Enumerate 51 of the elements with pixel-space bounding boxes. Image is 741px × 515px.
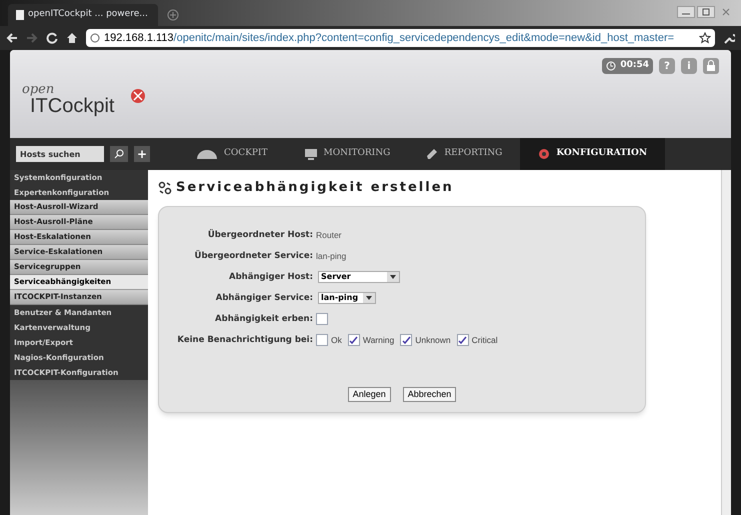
dropdown[interactable]: lan-ping: [318, 292, 376, 304]
field-label: Abhängiger Host:: [228, 270, 314, 284]
checkbox-label: Critical: [472, 334, 498, 346]
checkbox[interactable]: [316, 334, 328, 346]
monitor-icon: [304, 148, 318, 160]
reload-icon[interactable]: [46, 32, 58, 44]
dependency-icon: [158, 180, 172, 195]
search-icon[interactable]: [110, 146, 128, 162]
maximize-icon[interactable]: [697, 6, 715, 18]
checkbox[interactable]: [456, 334, 469, 346]
logo-icon: [130, 88, 146, 104]
header-bar: open ITCockpit 00:54 ? i: [10, 50, 731, 138]
nav-tab[interactable]: COCKPIT: [178, 138, 286, 170]
address-field[interactable]: 192.168.1.113/openitc/main/sites/index.php?content=config_servicedependencys_edit&mode=new&id_host_master=: [86, 29, 715, 47]
back-icon[interactable]: [6, 32, 18, 44]
home-icon[interactable]: [66, 32, 78, 44]
globe-icon: [90, 33, 100, 43]
search-field[interactable]: Hosts suchen: [16, 146, 104, 162]
checkbox-label: Warning: [362, 334, 394, 346]
caret-icon: [387, 272, 399, 282]
field-label: Abhängiger Service:: [214, 292, 314, 304]
checkbox[interactable]: [348, 334, 360, 346]
gauge-icon: [196, 149, 218, 159]
lock-icon[interactable]: [703, 58, 719, 74]
nav-tab[interactable]: REPORTING: [408, 138, 520, 170]
field-value: Router: [316, 228, 342, 242]
page-icon: [16, 10, 24, 20]
form-button[interactable]: Abbrechen: [402, 386, 456, 402]
field-label: Abhängigkeit erben:: [214, 312, 314, 326]
form-button[interactable]: Anlegen: [348, 386, 391, 402]
checkbox-label: Ok: [331, 334, 342, 346]
browser-tab[interactable]: openITCockpit ... powere...: [8, 4, 158, 26]
dropdown[interactable]: Server: [318, 271, 400, 283]
session-timer: 00:54: [602, 58, 653, 74]
field-value: lan-ping: [316, 250, 346, 262]
field-label: Keine Benachrichtigung bei:: [176, 334, 314, 346]
page-title: Serviceabhängigkeit erstellen: [176, 179, 454, 197]
checkbox[interactable]: [400, 334, 412, 346]
minimize-icon[interactable]: [677, 6, 695, 18]
checkbox-label: Unknown: [415, 334, 451, 346]
new-tab-icon[interactable]: [166, 8, 180, 22]
field-label: Übergeordneter Service:: [194, 250, 314, 262]
star-icon[interactable]: [699, 32, 711, 44]
clock-icon: [606, 61, 616, 71]
field-label: Übergeordneter Host:: [206, 228, 314, 242]
add-button[interactable]: +: [134, 146, 150, 162]
caret-icon: [363, 293, 375, 303]
nav-tab[interactable]: MONITORING: [286, 138, 408, 170]
nav-tab[interactable]: KONFIGURATION: [520, 138, 666, 170]
pen-icon: [426, 148, 438, 160]
checkbox[interactable]: [316, 313, 328, 325]
